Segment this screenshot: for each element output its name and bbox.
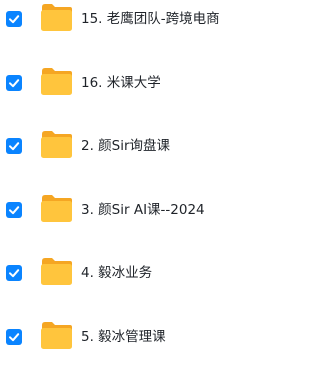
list-item[interactable]: 5. 毅冰管理课 [0, 318, 318, 358]
row-checkbox[interactable] [6, 11, 22, 27]
checkmark-icon [9, 15, 20, 24]
file-name[interactable]: 15. 老鹰团队-跨境电商 [81, 9, 220, 29]
folder-icon [40, 67, 73, 96]
file-name[interactable]: 16. 米课大学 [81, 73, 161, 93]
checkmark-icon [9, 142, 20, 151]
list-item[interactable]: 4. 毅冰业务 [0, 254, 318, 294]
list-item[interactable]: 2. 颜Sir询盘课 [0, 127, 318, 167]
list-item[interactable]: 15. 老鹰团队-跨境电商 [0, 0, 318, 40]
list-item[interactable]: 16. 米课大学 [0, 64, 318, 104]
checkmark-icon [9, 79, 20, 88]
checkmark-icon [9, 206, 20, 215]
folder-icon [40, 130, 73, 159]
file-name[interactable]: 5. 毅冰管理课 [81, 327, 166, 347]
row-checkbox[interactable] [6, 138, 22, 154]
file-name[interactable]: 4. 毅冰业务 [81, 263, 152, 283]
file-list: 15. 老鹰团队-跨境电商 16. 米课大学 2. 颜Sir询盘课 3. 颜Si… [0, 0, 318, 370]
row-checkbox[interactable] [6, 202, 22, 218]
folder-icon [40, 194, 73, 223]
checkmark-icon [9, 269, 20, 278]
file-name[interactable]: 2. 颜Sir询盘课 [81, 136, 170, 156]
folder-icon [40, 3, 73, 32]
folder-icon [40, 321, 73, 350]
list-item[interactable]: 3. 颜Sir AI课--2024 [0, 191, 318, 231]
row-checkbox[interactable] [6, 265, 22, 281]
row-checkbox[interactable] [6, 75, 22, 91]
row-checkbox[interactable] [6, 329, 22, 345]
folder-icon [40, 257, 73, 286]
file-name[interactable]: 3. 颜Sir AI课--2024 [81, 200, 205, 220]
checkmark-icon [9, 333, 20, 342]
